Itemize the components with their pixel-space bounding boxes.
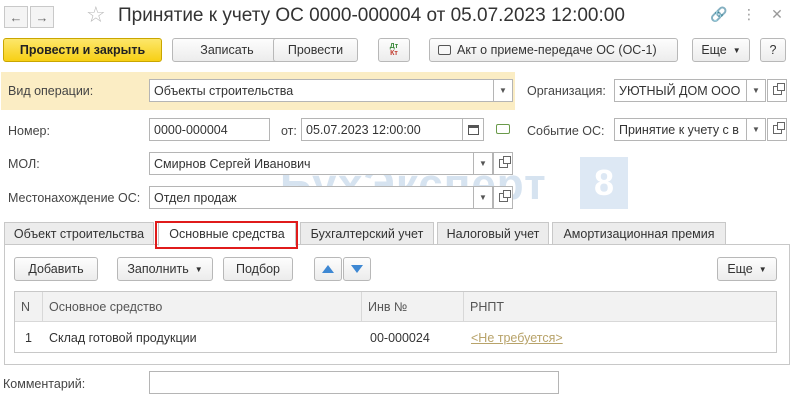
printer-icon — [438, 45, 451, 55]
open-form-icon — [498, 190, 511, 202]
tab-construction-object[interactable]: Объект строительства — [4, 222, 154, 245]
operation-label: Вид операции: — [8, 84, 94, 98]
inv-number-cell[interactable]: 00-000024 — [364, 323, 466, 353]
open-form-icon — [498, 156, 511, 168]
chevron-down-icon: ▼ — [752, 125, 760, 134]
event-open-button[interactable] — [767, 118, 787, 141]
tab-tax-accounting[interactable]: Налоговый учет — [437, 222, 549, 245]
column-header-rnpt[interactable]: РНПТ — [464, 292, 776, 322]
rnpt-link[interactable]: <Не требуется> — [471, 331, 563, 345]
chevron-down-icon: ▼ — [194, 264, 203, 274]
table-row[interactable]: 1 Склад готовой продукции 00-000024 <Не … — [15, 323, 776, 353]
table-more-button[interactable]: Еще ▼ — [717, 257, 777, 281]
write-button[interactable]: Записать — [172, 38, 282, 62]
calendar-icon — [467, 124, 479, 135]
more-button[interactable]: Еще ▼ — [692, 38, 750, 62]
tab-depreciation-bonus[interactable]: Амортизационная премия — [552, 222, 726, 245]
event-dropdown-button[interactable]: ▼ — [746, 118, 766, 141]
chevron-down-icon: ▼ — [752, 86, 760, 95]
chevron-down-icon: ▼ — [732, 45, 741, 55]
number-field[interactable]: 0000-000004 — [149, 118, 270, 141]
print-act-button[interactable]: Акт о приеме-передаче ОС (ОС-1) — [429, 38, 678, 62]
rnpt-cell[interactable]: <Не требуется> — [465, 323, 765, 353]
close-icon[interactable]: ✕ — [768, 6, 786, 23]
forward-button[interactable]: → — [30, 6, 54, 28]
chevron-down-icon: ▼ — [479, 193, 487, 202]
dt-kt-icon: Дт Кт — [389, 43, 399, 57]
column-header-inv[interactable]: Инв № — [362, 292, 464, 322]
window-title: Принятие к учету ОС 0000-000004 от 05.07… — [118, 5, 625, 26]
chevron-down-icon: ▼ — [479, 159, 487, 168]
table-header: N Основное средство Инв № РНПТ — [15, 292, 776, 322]
post-and-close-button[interactable]: Провести и закрыть — [3, 38, 162, 62]
fill-button[interactable]: Заполнить ▼ — [117, 257, 213, 281]
open-form-icon — [772, 83, 785, 95]
number-label: Номер: — [8, 124, 50, 138]
mol-open-button[interactable] — [493, 152, 513, 175]
calendar-button[interactable] — [462, 118, 484, 141]
operation-dropdown-button[interactable]: ▼ — [493, 79, 513, 102]
org-dropdown-button[interactable]: ▼ — [746, 79, 766, 102]
link-icon[interactable]: 🔗 — [710, 6, 728, 23]
add-button[interactable]: Добавить — [14, 257, 98, 281]
row-number-cell: 1 — [25, 331, 32, 345]
move-up-button[interactable] — [314, 257, 342, 281]
org-field[interactable]: УЮТНЫЙ ДОМ ООО — [614, 79, 747, 102]
pick-button[interactable]: Подбор — [223, 257, 293, 281]
location-dropdown-button[interactable]: ▼ — [473, 186, 493, 209]
location-field[interactable]: Отдел продаж — [149, 186, 474, 209]
org-open-button[interactable] — [767, 79, 787, 102]
comment-label: Комментарий: — [3, 377, 86, 391]
chevron-down-icon: ▼ — [499, 86, 507, 95]
column-header-n[interactable]: N — [15, 292, 43, 322]
tab-accounting[interactable]: Бухгалтерский учет — [300, 222, 434, 245]
mol-label: МОЛ: — [8, 157, 40, 171]
favorite-star-icon[interactable]: ☆ — [86, 2, 106, 28]
column-header-asset[interactable]: Основное средство — [43, 292, 362, 322]
date-label: от: — [281, 124, 297, 138]
location-label: Местонахождение ОС: — [8, 191, 141, 205]
arrow-up-icon — [322, 265, 334, 273]
operation-field[interactable]: Объекты строительства — [149, 79, 494, 102]
chevron-down-icon: ▼ — [758, 264, 767, 274]
post-button[interactable]: Провести — [273, 38, 358, 62]
move-down-button[interactable] — [343, 257, 371, 281]
open-form-icon — [772, 122, 785, 134]
back-button[interactable]: ← — [4, 6, 28, 28]
dt-kt-button[interactable]: Дт Кт — [378, 38, 410, 62]
event-label: Событие ОС: — [527, 124, 605, 138]
fixed-assets-table: N Основное средство Инв № РНПТ 1 Склад г… — [14, 291, 777, 353]
comment-field[interactable] — [149, 371, 559, 394]
arrow-down-icon — [351, 265, 363, 273]
arrow-left-icon: ← — [9, 9, 23, 25]
event-field[interactable]: Принятие к учету с в — [614, 118, 747, 141]
arrow-right-icon: → — [35, 9, 49, 25]
asset-cell[interactable]: Склад готовой продукции — [43, 323, 362, 353]
location-open-button[interactable] — [493, 186, 513, 209]
org-label: Организация: — [527, 84, 606, 98]
mol-dropdown-button[interactable]: ▼ — [473, 152, 493, 175]
help-button[interactable]: ? — [760, 38, 786, 62]
watermark-badge: 8 — [580, 157, 628, 209]
check-list-icon[interactable] — [496, 124, 510, 134]
mol-field[interactable]: Смирнов Сергей Иванович — [149, 152, 474, 175]
more-vertical-icon[interactable]: ⋮ — [740, 6, 758, 23]
date-field[interactable]: 05.07.2023 12:00:00 — [301, 118, 463, 141]
